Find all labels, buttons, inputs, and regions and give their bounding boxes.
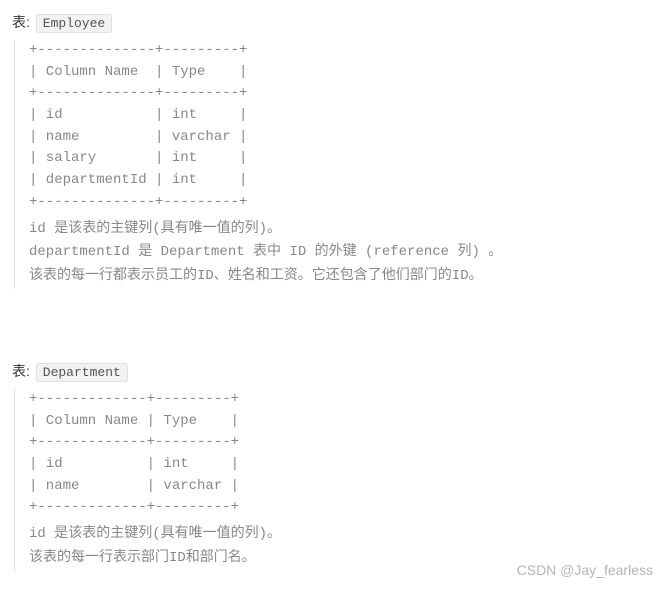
table1-desc1: id 是该表的主键列(具有唯一值的列)。 (29, 218, 665, 242)
table1-desc3: 该表的每一行都表示员工的ID、姓名和工资。它还包含了他们部门的ID。 (29, 265, 665, 289)
table2-label-prefix: 表: (12, 363, 30, 379)
table1-schema-block: +--------------+---------+ | Column Name… (14, 40, 665, 289)
section-gap (12, 331, 665, 361)
table1-name-tag: Employee (36, 14, 112, 33)
table1-ascii: +--------------+---------+ | Column Name… (29, 40, 665, 214)
table2-schema-block: +-------------+---------+ | Column Name … (14, 389, 665, 571)
table2-name-tag: Department (36, 363, 128, 382)
table1-header: 表: Employee (12, 12, 665, 32)
table1-label-prefix: 表: (12, 14, 30, 30)
table1-desc2: departmentId 是 Department 表中 ID 的外键 (ref… (29, 241, 665, 265)
watermark: CSDN @Jay_fearless (517, 562, 653, 578)
table2-header: 表: Department (12, 361, 665, 381)
table2-desc1: id 是该表的主键列(具有唯一值的列)。 (29, 523, 665, 547)
table2-ascii: +-------------+---------+ | Column Name … (29, 389, 665, 519)
